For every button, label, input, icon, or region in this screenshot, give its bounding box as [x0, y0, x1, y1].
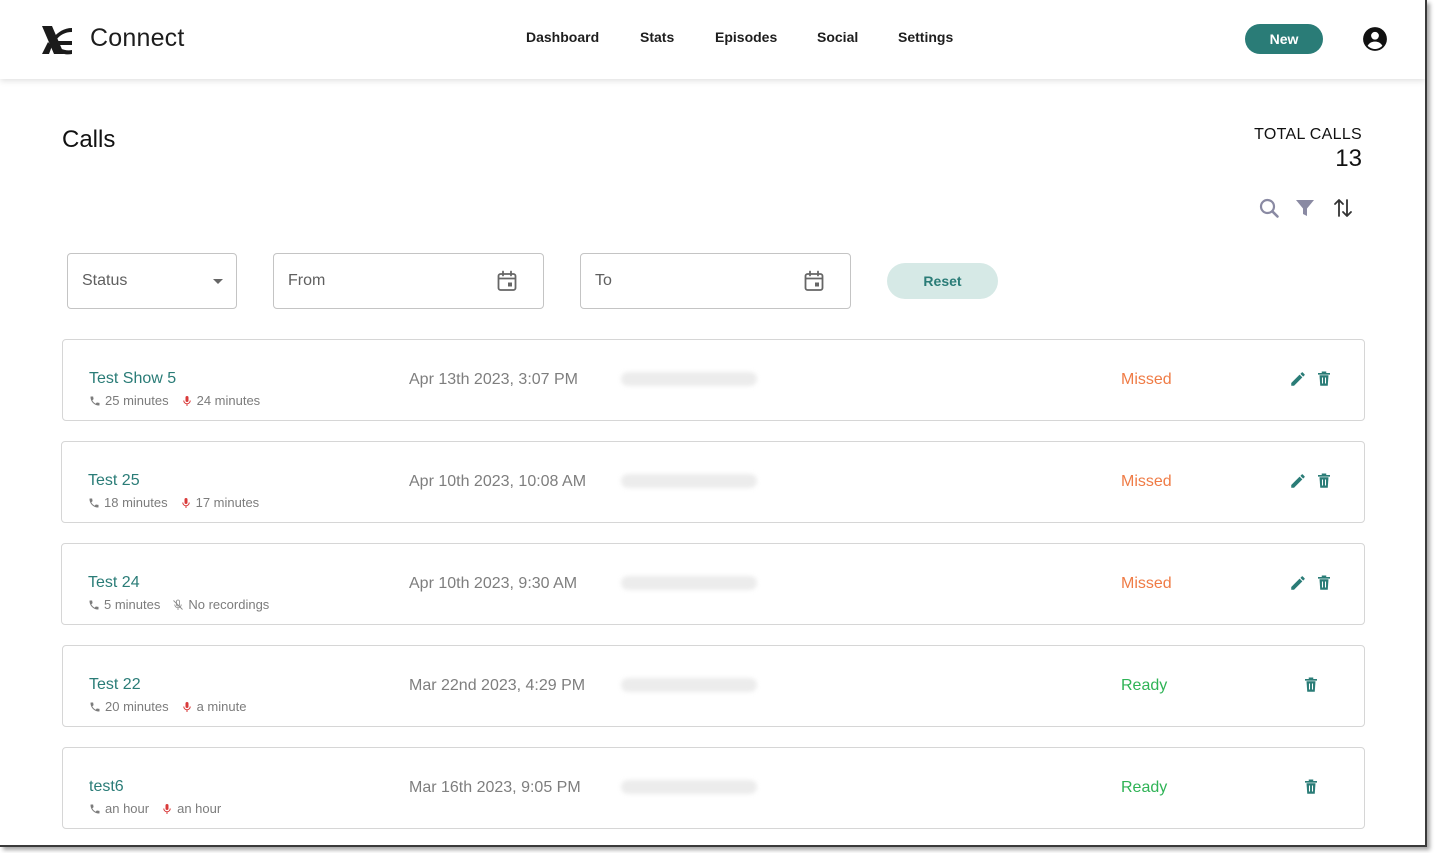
redacted-text	[621, 780, 757, 794]
call-row[interactable]: Test 24 5 minutes No recordings Apr 10th…	[61, 543, 1365, 625]
call-date: Mar 16th 2023, 9:05 PM	[409, 779, 581, 796]
status-badge: Missed	[1121, 473, 1172, 490]
phone-icon	[89, 498, 99, 507]
phone-icon	[90, 702, 100, 711]
delete-icon[interactable]	[1315, 370, 1333, 388]
delete-icon[interactable]	[1302, 676, 1320, 694]
nav-settings[interactable]: Settings	[898, 29, 953, 45]
nav-social[interactable]: Social	[817, 29, 858, 45]
delete-icon[interactable]	[1302, 778, 1320, 796]
mic-icon	[163, 803, 171, 814]
sort-icon[interactable]	[1331, 196, 1355, 220]
edit-icon[interactable]	[1289, 370, 1307, 388]
nav-episodes[interactable]: Episodes	[715, 29, 777, 45]
call-duration: 25 minutes	[105, 393, 169, 408]
phone-icon	[90, 804, 100, 813]
user-account-icon[interactable]	[1362, 26, 1388, 52]
from-date-placeholder: From	[288, 272, 326, 289]
nav-stats[interactable]: Stats	[640, 29, 674, 45]
phone-icon	[90, 396, 100, 405]
call-meta: 5 minutes No recordings	[88, 597, 269, 612]
app-window: Connect Dashboard Stats Episodes Social …	[0, 0, 1427, 847]
status-badge: Ready	[1121, 677, 1168, 694]
status-badge: Ready	[1121, 779, 1168, 796]
chevron-down-icon	[213, 279, 223, 284]
mic-icon	[181, 497, 190, 508]
delete-icon[interactable]	[1315, 472, 1333, 490]
call-date: Mar 22nd 2023, 4:29 PM	[409, 677, 586, 694]
call-duration: an hour	[105, 801, 150, 816]
edit-icon[interactable]	[1289, 472, 1307, 490]
call-meta: 20 minutes a minute	[89, 699, 246, 714]
recording-duration: a minute	[196, 699, 247, 714]
total-calls-value: 13	[1335, 145, 1362, 172]
phone-icon	[89, 600, 99, 609]
recording-duration: 24 minutes	[196, 393, 261, 408]
delete-icon[interactable]	[1315, 574, 1333, 592]
page-title: Calls	[62, 126, 116, 153]
call-duration: 5 minutes	[104, 597, 161, 612]
recording-duration: 17 minutes	[195, 495, 260, 510]
call-row[interactable]: Test 22 20 minutes a minute Mar 22nd 202…	[62, 645, 1365, 727]
recording-duration: an hour	[177, 801, 222, 816]
status-badge: Missed	[1121, 371, 1172, 388]
total-calls-label: TOTAL CALLS	[1254, 126, 1362, 143]
status-select-label: Status	[82, 272, 128, 289]
status-select[interactable]: Status	[67, 253, 237, 309]
redacted-text	[621, 474, 757, 488]
edit-icon[interactable]	[1289, 574, 1307, 592]
call-name[interactable]: Test 22	[89, 676, 141, 694]
calendar-icon[interactable]	[802, 269, 826, 293]
call-row[interactable]: Test 25 18 minutes 17 minutes Apr 10th 2…	[61, 441, 1365, 523]
to-date-placeholder: To	[595, 272, 612, 289]
redacted-text	[621, 678, 757, 692]
reset-button[interactable]: Reset	[887, 263, 998, 299]
search-icon[interactable]	[1257, 196, 1281, 220]
call-duration: 18 minutes	[104, 495, 168, 510]
redacted-text	[621, 576, 757, 590]
from-date-field[interactable]: From	[273, 253, 544, 309]
call-meta: 18 minutes 17 minutes	[88, 495, 259, 510]
nav-dashboard[interactable]: Dashboard	[526, 29, 599, 45]
mic-icon	[182, 701, 191, 712]
call-meta: an hour an hour	[89, 801, 221, 816]
call-name[interactable]: Test Show 5	[89, 370, 176, 388]
call-duration: 20 minutes	[105, 699, 169, 714]
call-row[interactable]: test6 an hour an hour Mar 16th 2023, 9:0…	[62, 747, 1365, 829]
call-name[interactable]: Test 24	[88, 574, 140, 592]
recording-duration: No recordings	[188, 597, 270, 612]
call-name[interactable]: Test 25	[88, 472, 140, 490]
logo-icon[interactable]	[40, 24, 73, 56]
call-date: Apr 10th 2023, 9:30 AM	[409, 575, 578, 592]
call-date: Apr 13th 2023, 3:07 PM	[409, 371, 578, 388]
brand-name: Connect	[90, 24, 185, 52]
to-date-field[interactable]: To	[580, 253, 851, 309]
filter-icon[interactable]	[1293, 196, 1317, 220]
redacted-text	[621, 372, 757, 386]
status-badge: Missed	[1121, 575, 1172, 592]
call-meta: 25 minutes 24 minutes	[89, 393, 260, 408]
new-button[interactable]: New	[1245, 24, 1323, 54]
call-row[interactable]: Test Show 5 25 minutes 24 minutes Apr 13…	[62, 339, 1365, 421]
calendar-icon[interactable]	[495, 269, 519, 293]
top-bar: Connect Dashboard Stats Episodes Social …	[0, 0, 1425, 79]
mic-off-icon	[173, 599, 184, 610]
mic-icon	[182, 395, 191, 406]
call-name[interactable]: test6	[89, 778, 124, 796]
call-date: Apr 10th 2023, 10:08 AM	[409, 473, 587, 490]
